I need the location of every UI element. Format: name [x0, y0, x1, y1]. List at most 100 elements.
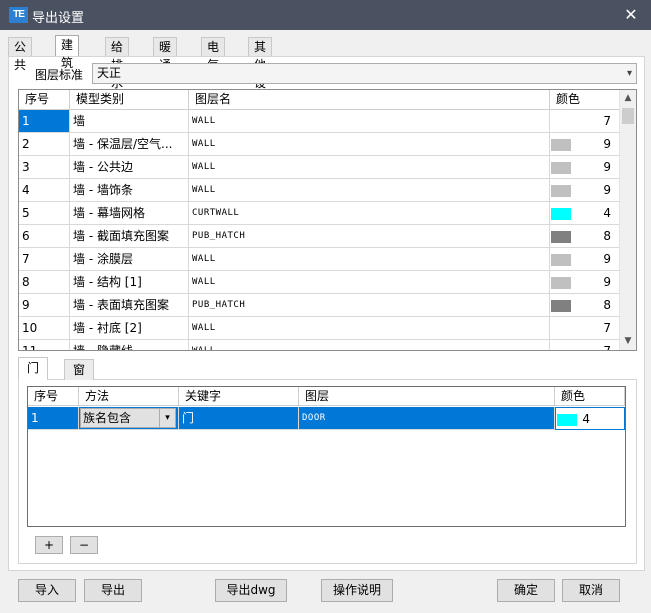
- layer-standard-select[interactable]: 天正 ▾: [92, 63, 637, 84]
- vertical-scrollbar[interactable]: ▲ ▼: [619, 90, 636, 350]
- rule-col-header-method[interactable]: 方法: [79, 387, 179, 406]
- scroll-up-icon[interactable]: ▲: [620, 90, 636, 107]
- tab-architecture[interactable]: 建筑: [55, 35, 80, 70]
- scroll-thumb[interactable]: [622, 108, 634, 124]
- chevron-down-icon[interactable]: ▾: [159, 409, 175, 427]
- color-swatch: [551, 231, 571, 243]
- color-number: 8: [603, 298, 611, 312]
- cell-no[interactable]: 8: [19, 271, 70, 294]
- col-header-no[interactable]: 序号: [19, 90, 70, 110]
- cell-category[interactable]: 墙 - 截面填充图案: [70, 225, 189, 248]
- cell-category[interactable]: 墙 - 公共边: [70, 156, 189, 179]
- cell-no[interactable]: 10: [19, 317, 70, 340]
- color-number: 9: [603, 160, 611, 174]
- color-swatch: [551, 254, 571, 266]
- cell-no[interactable]: 6: [19, 225, 70, 248]
- color-swatch: [551, 185, 571, 197]
- scroll-down-icon[interactable]: ▼: [620, 333, 636, 350]
- cell-category[interactable]: 墙 - 墙饰条: [70, 179, 189, 202]
- tab-hvac[interactable]: 暖通: [153, 37, 178, 72]
- cell-layer[interactable]: PUB_HATCH: [189, 294, 550, 317]
- col-header-color[interactable]: 颜色: [550, 90, 620, 110]
- add-row-button[interactable]: +: [35, 536, 63, 554]
- layers-table[interactable]: 序号 模型类别 图层名 颜色 1 墙 WALL 7 2 墙 - 保温层/空气... WALL…: [18, 89, 637, 351]
- cell-category[interactable]: 墙 - 涂膜层: [70, 248, 189, 271]
- color-swatch: [557, 414, 577, 426]
- rule-cell-no[interactable]: 1: [28, 407, 79, 430]
- rule-col-header-keyword[interactable]: 关键字: [179, 387, 299, 406]
- ok-button[interactable]: 确定: [497, 579, 555, 602]
- cancel-button[interactable]: 取消: [562, 579, 620, 602]
- tab-plumbing[interactable]: 给排水: [105, 37, 130, 90]
- tab-electrical[interactable]: 电气: [201, 37, 226, 72]
- rule-col-header-color[interactable]: 颜色: [555, 387, 625, 406]
- cell-layer[interactable]: WALL: [189, 179, 550, 202]
- color-number: 7: [603, 114, 611, 128]
- rule-cell-layer[interactable]: DOOR: [299, 407, 555, 430]
- cell-category[interactable]: 墙 - 保温层/空气...: [70, 133, 189, 156]
- layers-table-header: 序号 模型类别 图层名 颜色: [19, 90, 620, 110]
- color-number: 7: [603, 321, 611, 335]
- cell-layer[interactable]: WALL: [189, 133, 550, 156]
- cell-category[interactable]: 墙 - 幕墙网格: [70, 202, 189, 225]
- cell-color[interactable]: 4: [550, 202, 620, 225]
- col-header-layer[interactable]: 图层名: [189, 90, 550, 110]
- cell-category[interactable]: 墙 - 隐藏线: [70, 340, 189, 350]
- cell-category[interactable]: 墙 - 衬底 [2]: [70, 317, 189, 340]
- cell-color[interactable]: 7: [550, 317, 620, 340]
- close-icon[interactable]: ✕: [619, 3, 643, 27]
- color-number: 4: [603, 206, 611, 220]
- cell-layer[interactable]: PUB_HATCH: [189, 225, 550, 248]
- cell-no[interactable]: 3: [19, 156, 70, 179]
- cell-no[interactable]: 1: [19, 110, 70, 133]
- cell-layer[interactable]: CURTWALL: [189, 202, 550, 225]
- cell-color[interactable]: 9: [550, 179, 620, 202]
- cell-layer[interactable]: WALL: [189, 271, 550, 294]
- cell-category[interactable]: 墙: [70, 110, 189, 133]
- cell-layer[interactable]: WALL: [189, 248, 550, 271]
- cell-color[interactable]: 9: [550, 133, 620, 156]
- cell-color[interactable]: 7: [550, 340, 620, 351]
- cell-color[interactable]: 8: [550, 225, 620, 248]
- cell-color[interactable]: 8: [550, 294, 620, 317]
- cell-category[interactable]: 墙 - 表面填充图案: [70, 294, 189, 317]
- tab-door[interactable]: 门: [18, 357, 49, 380]
- cell-no[interactable]: 2: [19, 133, 70, 156]
- import-button[interactable]: 导入: [18, 579, 76, 602]
- cell-color[interactable]: 9: [550, 271, 620, 294]
- cell-no[interactable]: 11: [19, 340, 70, 350]
- export-button[interactable]: 导出: [84, 579, 142, 602]
- cell-layer[interactable]: WALL: [189, 317, 550, 340]
- rule-table[interactable]: 序号 方法 关键字 图层 颜色 1 族名包含 ▾ 门 DOOR 4: [27, 386, 626, 527]
- col-header-category[interactable]: 模型类别: [70, 90, 189, 110]
- rule-cell-keyword[interactable]: 门: [179, 407, 299, 430]
- cell-no[interactable]: 4: [19, 179, 70, 202]
- color-swatch: [551, 208, 571, 220]
- tab-window[interactable]: 窗: [64, 359, 95, 380]
- export-dwg-button[interactable]: 导出dwg: [215, 579, 287, 602]
- cell-category[interactable]: 墙 - 结构 [1]: [70, 271, 189, 294]
- cell-color[interactable]: 9: [550, 156, 620, 179]
- cell-layer[interactable]: WALL: [189, 340, 550, 350]
- color-number: 4: [582, 412, 590, 426]
- color-number: 8: [603, 229, 611, 243]
- rule-cell-method[interactable]: 族名包含 ▾: [79, 407, 179, 430]
- method-select[interactable]: 族名包含 ▾: [80, 408, 176, 428]
- window-title: 导出设置: [32, 11, 85, 26]
- cell-layer[interactable]: WALL: [189, 156, 550, 179]
- rule-cell-color[interactable]: 4: [555, 407, 625, 430]
- help-button[interactable]: 操作说明: [321, 579, 393, 602]
- cell-no[interactable]: 5: [19, 202, 70, 225]
- rule-col-header-layer[interactable]: 图层: [299, 387, 555, 406]
- rule-col-header-no[interactable]: 序号: [28, 387, 79, 406]
- remove-row-button[interactable]: −: [70, 536, 98, 554]
- color-number: 9: [603, 252, 611, 266]
- cell-layer[interactable]: WALL: [189, 110, 550, 133]
- cell-no[interactable]: 9: [19, 294, 70, 317]
- cell-color[interactable]: 7: [550, 110, 620, 133]
- color-number: 7: [603, 344, 611, 351]
- tab-common[interactable]: 公共: [8, 37, 33, 72]
- cell-no[interactable]: 7: [19, 248, 70, 271]
- cell-color[interactable]: 9: [550, 248, 620, 271]
- tab-other-settings[interactable]: 其他设置: [248, 37, 273, 108]
